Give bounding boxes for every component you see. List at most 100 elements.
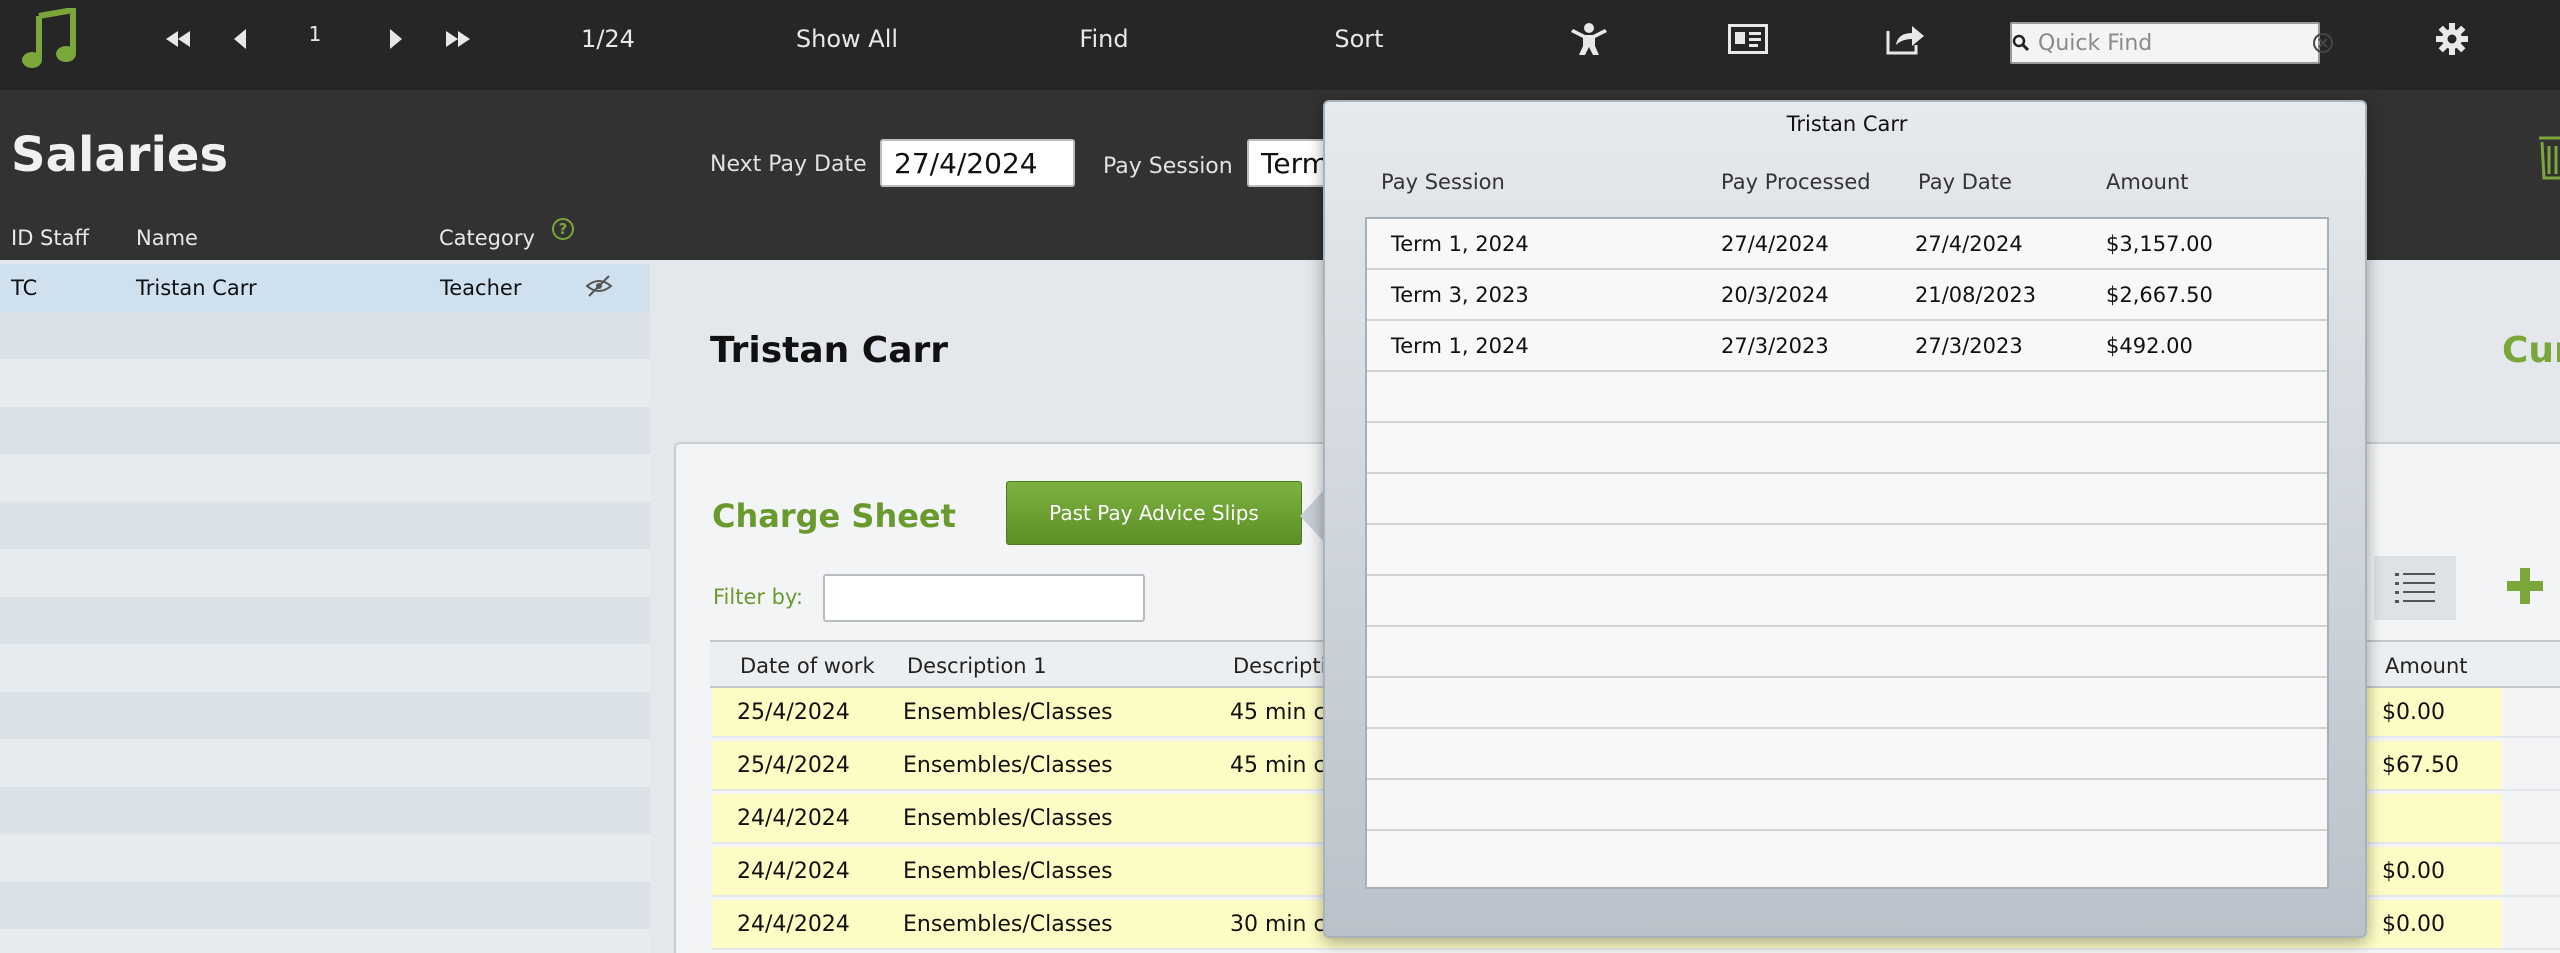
popover-arrow	[1300, 490, 1324, 542]
popover-pay-date: 21/08/2023	[1915, 283, 2037, 307]
row-date: 24/4/2024	[737, 806, 850, 831]
show-all-button[interactable]: Show All	[780, 0, 914, 78]
table-row	[1367, 678, 2327, 729]
list-item	[0, 501, 650, 549]
quick-find-input[interactable]	[2030, 30, 2312, 56]
popover-pay-session: Term 1, 2024	[1391, 232, 1529, 256]
staff-id: TC	[11, 276, 38, 300]
help-icon[interactable]: ?	[552, 218, 574, 240]
list-item	[0, 406, 650, 454]
person-icon[interactable]	[1568, 0, 1610, 78]
row-description-1: Ensembles/Classes	[903, 859, 1113, 884]
find-button[interactable]: Find	[1060, 0, 1148, 78]
column-header-description-2[interactable]: Descripti	[1233, 654, 1326, 678]
table-row	[1367, 627, 2327, 678]
popover-amount: $3,157.00	[2106, 232, 2213, 256]
list-item	[0, 929, 650, 953]
list-item	[0, 644, 650, 692]
popover-amount: $2,667.50	[2106, 283, 2213, 307]
page-title: Salaries	[11, 127, 229, 183]
list-item	[0, 739, 650, 787]
popover-pay-date: 27/4/2024	[1915, 232, 2023, 256]
previous-record-icon[interactable]	[228, 0, 252, 78]
filter-input[interactable]	[823, 574, 1145, 622]
row-amount: $0.00	[2382, 700, 2445, 725]
row-date: 25/4/2024	[737, 700, 850, 725]
music-note-icon[interactable]	[18, 0, 80, 78]
contact-card-icon[interactable]	[1728, 0, 1768, 78]
list-item	[0, 549, 650, 597]
row-amount: $0.00	[2382, 859, 2445, 884]
share-icon[interactable]	[1886, 0, 1926, 78]
staff-name: Tristan Carr	[136, 276, 257, 300]
popover-pay-session: Term 3, 2023	[1391, 283, 1529, 307]
table-row	[1367, 525, 2327, 576]
table-row	[1367, 576, 2327, 627]
table-row[interactable]: Term 1, 2024 27/3/2023 27/3/2023 $492.00	[1367, 321, 2327, 372]
column-header-date[interactable]: Date of work	[740, 654, 875, 678]
table-row	[1367, 729, 2327, 780]
staff-list: TC Tristan Carr Teacher	[0, 264, 650, 953]
row-date: 25/4/2024	[737, 753, 850, 778]
first-record-icon[interactable]	[160, 0, 196, 78]
staff-name-heading: Tristan Carr	[710, 330, 949, 371]
column-header-amount[interactable]: Amount	[2385, 654, 2468, 678]
row-description-2: 30 min cl	[1230, 912, 1332, 937]
next-pay-date-field[interactable]: 27/4/2024	[880, 139, 1075, 187]
list-item	[0, 786, 650, 834]
column-header-category[interactable]: Category	[439, 226, 535, 250]
row-description-2: 45 min cl	[1230, 700, 1332, 725]
past-pay-advice-slips-button[interactable]: Past Pay Advice Slips	[1006, 481, 1302, 545]
row-amount: $0.00	[2382, 912, 2445, 937]
popover-pay-date: 27/3/2023	[1915, 334, 2023, 358]
row-date: 24/4/2024	[737, 859, 850, 884]
pay-session-label: Pay Session	[1103, 154, 1233, 179]
search-icon	[2012, 34, 2030, 52]
next-record-icon[interactable]	[384, 0, 408, 78]
add-icon[interactable]	[2505, 566, 2545, 606]
past-pay-advice-popover: Tristan Carr Pay Session Pay Processed P…	[1323, 100, 2367, 938]
list-item	[0, 834, 650, 882]
trash-icon[interactable]	[2535, 132, 2560, 182]
staff-category: Teacher	[440, 276, 522, 300]
row-description-1: Ensembles/Classes	[903, 806, 1113, 831]
popover-column-pay-processed: Pay Processed	[1721, 170, 1871, 194]
list-item	[0, 311, 650, 359]
sort-button[interactable]: Sort	[1320, 0, 1398, 78]
popover-amount: $492.00	[2106, 334, 2193, 358]
popover-pay-processed: 27/4/2024	[1721, 232, 1829, 256]
table-row	[1367, 474, 2327, 525]
list-item	[0, 691, 650, 739]
table-row[interactable]: Term 1, 2024 27/4/2024 27/4/2024 $3,157.…	[1367, 219, 2327, 270]
list-item	[0, 359, 650, 407]
popover-table: Term 1, 2024 27/4/2024 27/4/2024 $3,157.…	[1365, 217, 2329, 889]
next-pay-date-label: Next Pay Date	[710, 152, 867, 177]
record-count: 1/24	[581, 25, 635, 53]
last-record-icon[interactable]	[440, 0, 476, 78]
table-row[interactable]: Term 3, 2023 20/3/2024 21/08/2023 $2,667…	[1367, 270, 2327, 321]
table-row	[1367, 831, 2327, 882]
hidden-eye-icon[interactable]	[585, 274, 613, 303]
list-item	[0, 596, 650, 644]
table-row	[1367, 372, 2327, 423]
charge-sheet-title: Charge Sheet	[712, 497, 956, 535]
row-description-1: Ensembles/Classes	[903, 700, 1113, 725]
list-view-icon[interactable]	[2374, 556, 2456, 620]
record-number[interactable]: 1	[300, 0, 330, 68]
list-item[interactable]: TC Tristan Carr Teacher	[0, 264, 650, 312]
popover-column-amount: Amount	[2106, 170, 2189, 194]
row-description-1: Ensembles/Classes	[903, 753, 1113, 778]
column-header-name[interactable]: Name	[136, 226, 198, 250]
column-header-description-1[interactable]: Description 1	[907, 654, 1047, 678]
current-label: Cur	[2502, 330, 2560, 371]
popover-pay-processed: 20/3/2024	[1721, 283, 1829, 307]
row-description-1: Ensembles/Classes	[903, 912, 1113, 937]
clear-search-icon[interactable]	[2312, 32, 2334, 54]
quick-find-field[interactable]	[2010, 22, 2333, 64]
column-header-id-staff[interactable]: ID Staff	[11, 226, 89, 250]
popover-title: Tristan Carr	[1786, 112, 1908, 136]
gear-icon[interactable]	[2430, 0, 2474, 78]
popover-pay-processed: 27/3/2023	[1721, 334, 1829, 358]
popover-pay-session: Term 1, 2024	[1391, 334, 1529, 358]
table-row	[1367, 423, 2327, 474]
